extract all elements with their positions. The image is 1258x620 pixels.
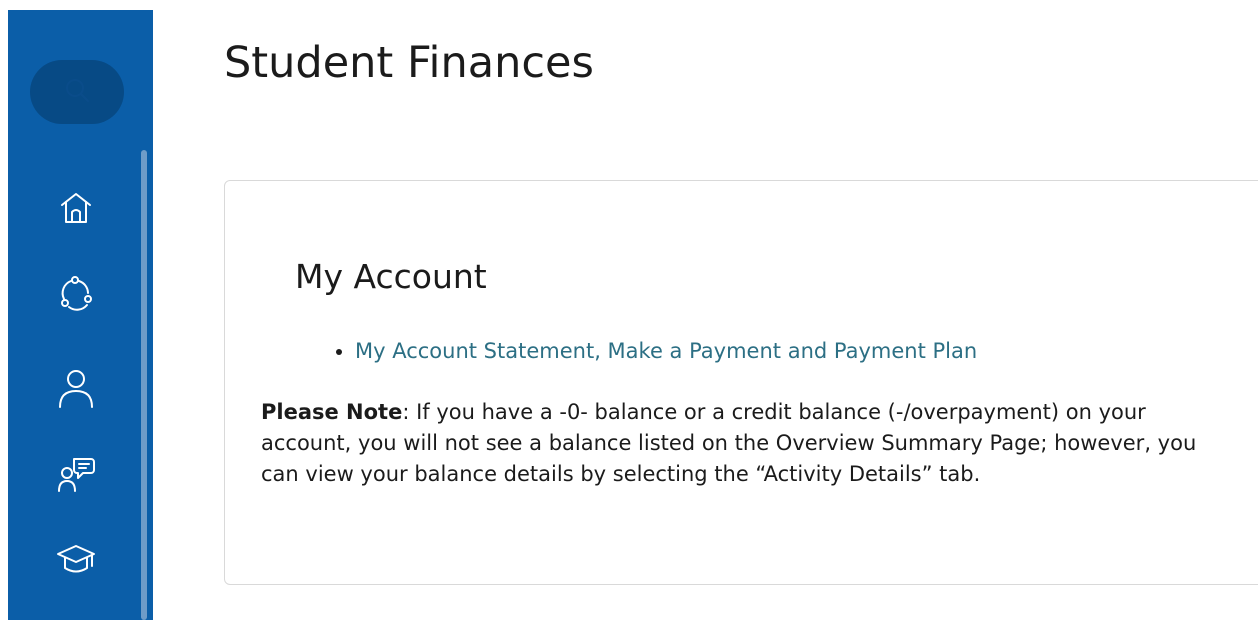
note-label: Please Note [261, 400, 403, 424]
search-icon [63, 76, 91, 108]
sidebar-item-network[interactable] [52, 272, 100, 320]
home-icon [58, 190, 94, 230]
search-button[interactable] [30, 60, 124, 124]
page-title: Student Finances [224, 38, 594, 88]
sidebar-item-academics[interactable] [52, 538, 100, 586]
profile-icon [56, 367, 96, 413]
account-statement-link[interactable]: My Account Statement, Make a Payment and… [355, 339, 977, 363]
list-item: My Account Statement, Make a Payment and… [355, 339, 977, 363]
sidebar-nav [8, 10, 153, 620]
network-icon [57, 275, 95, 317]
sidebar-item-home[interactable] [52, 186, 100, 234]
sidebar-scrollbar[interactable] [141, 150, 147, 620]
advisor-chat-icon [56, 455, 96, 497]
card-title: My Account [295, 257, 487, 296]
account-links-list: My Account Statement, Make a Payment and… [313, 339, 977, 363]
balance-note: Please Note: If you have a -0- balance o… [261, 397, 1221, 490]
sidebar-item-advising[interactable] [52, 452, 100, 500]
sidebar-item-profile[interactable] [52, 366, 100, 414]
graduation-cap-icon [56, 542, 96, 582]
my-account-card: My Account My Account Statement, Make a … [224, 180, 1258, 585]
